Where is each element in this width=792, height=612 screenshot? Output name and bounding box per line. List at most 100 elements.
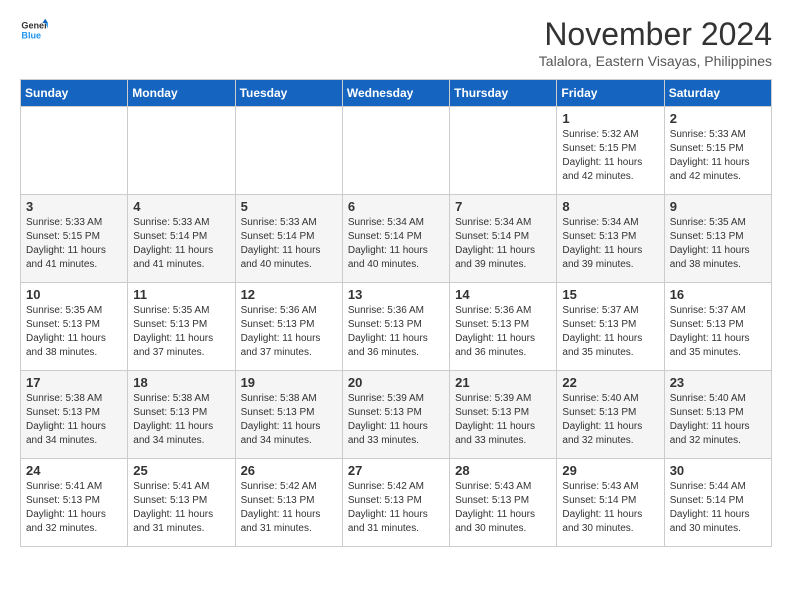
day-info: Sunrise: 5:40 AM Sunset: 5:13 PM Dayligh… <box>562 392 658 448</box>
day-info: Sunrise: 5:33 AM Sunset: 5:14 PM Dayligh… <box>241 216 337 272</box>
day-number: 11 <box>133 287 229 302</box>
calendar-week-row: 1Sunrise: 5:32 AM Sunset: 5:15 PM Daylig… <box>21 107 772 195</box>
weekday-header: Sunday <box>21 80 128 107</box>
day-number: 25 <box>133 463 229 478</box>
day-number: 2 <box>670 111 766 126</box>
day-info: Sunrise: 5:34 AM Sunset: 5:14 PM Dayligh… <box>348 216 444 272</box>
day-info: Sunrise: 5:38 AM Sunset: 5:13 PM Dayligh… <box>133 392 229 448</box>
calendar-cell: 9Sunrise: 5:35 AM Sunset: 5:13 PM Daylig… <box>664 195 771 283</box>
day-info: Sunrise: 5:43 AM Sunset: 5:14 PM Dayligh… <box>562 480 658 536</box>
day-info: Sunrise: 5:34 AM Sunset: 5:13 PM Dayligh… <box>562 216 658 272</box>
title-block: November 2024 Talalora, Eastern Visayas,… <box>539 16 772 69</box>
weekday-header: Wednesday <box>342 80 449 107</box>
calendar-cell: 21 Sunrise: 5:39 AM Sunset: 5:13 PM Dayli… <box>450 371 557 459</box>
svg-text:Blue: Blue <box>21 30 41 40</box>
day-number: 23 <box>670 375 766 390</box>
day-info: Sunrise: 5:38 AM Sunset: 5:13 PM Dayligh… <box>26 392 122 448</box>
day-info: Sunrise: 5:35 AM Sunset: 5:13 PM Dayligh… <box>26 304 122 360</box>
calendar-cell <box>342 107 449 195</box>
calendar-cell: 10 Sunrise: 5:35 AM Sunset: 5:13 PM Dayli… <box>21 283 128 371</box>
day-info: Sunrise: 5:42 AM Sunset: 5:13 PM Dayligh… <box>241 480 337 536</box>
day-info: Sunrise: 5:44 AM Sunset: 5:14 PM Dayligh… <box>670 480 766 536</box>
calendar-week-row: 17Sunrise: 5:38 AM Sunset: 5:13 PM Dayli… <box>21 371 772 459</box>
calendar-cell: 18 Sunrise: 5:38 AM Sunset: 5:13 PM Dayli… <box>128 371 235 459</box>
day-number: 4 <box>133 199 229 214</box>
header-row: SundayMondayTuesdayWednesdayThursdayFrid… <box>21 80 772 107</box>
page-header: General Blue November 2024 Talalora, Eas… <box>20 16 772 69</box>
day-number: 14 <box>455 287 551 302</box>
day-number: 18 <box>133 375 229 390</box>
day-info: Sunrise: 5:36 AM Sunset: 5:13 PM Dayligh… <box>348 304 444 360</box>
calendar-cell: 15Sunrise: 5:37 AM Sunset: 5:13 PM Dayli… <box>557 283 664 371</box>
location: Talalora, Eastern Visayas, Philippines <box>539 53 772 69</box>
calendar-cell <box>21 107 128 195</box>
day-info: Sunrise: 5:33 AM Sunset: 5:15 PM Dayligh… <box>26 216 122 272</box>
calendar-cell: 3 Sunrise: 5:33 AM Sunset: 5:15 PM Daylig… <box>21 195 128 283</box>
day-info: Sunrise: 5:36 AM Sunset: 5:13 PM Dayligh… <box>455 304 551 360</box>
calendar-week-row: 10 Sunrise: 5:35 AM Sunset: 5:13 PM Dayli… <box>21 283 772 371</box>
day-number: 15 <box>562 287 658 302</box>
day-number: 21 <box>455 375 551 390</box>
day-number: 29 <box>562 463 658 478</box>
calendar-table: SundayMondayTuesdayWednesdayThursdayFrid… <box>20 79 772 547</box>
day-number: 3 <box>26 199 122 214</box>
calendar-cell: 26 Sunrise: 5:42 AM Sunset: 5:13 PM Dayli… <box>235 459 342 547</box>
calendar-cell <box>235 107 342 195</box>
day-number: 16 <box>670 287 766 302</box>
day-number: 24 <box>26 463 122 478</box>
day-info: Sunrise: 5:42 AM Sunset: 5:13 PM Dayligh… <box>348 480 444 536</box>
weekday-header: Tuesday <box>235 80 342 107</box>
day-info: Sunrise: 5:33 AM Sunset: 5:14 PM Dayligh… <box>133 216 229 272</box>
calendar-cell: 7Sunrise: 5:34 AM Sunset: 5:14 PM Daylig… <box>450 195 557 283</box>
calendar-cell: 5 Sunrise: 5:33 AM Sunset: 5:14 PM Daylig… <box>235 195 342 283</box>
day-info: Sunrise: 5:38 AM Sunset: 5:13 PM Dayligh… <box>241 392 337 448</box>
month-title: November 2024 <box>539 16 772 53</box>
calendar-cell: 6 Sunrise: 5:34 AM Sunset: 5:14 PM Daylig… <box>342 195 449 283</box>
calendar-cell: 27 Sunrise: 5:42 AM Sunset: 5:13 PM Dayli… <box>342 459 449 547</box>
calendar-cell: 13 Sunrise: 5:36 AM Sunset: 5:13 PM Dayli… <box>342 283 449 371</box>
calendar-cell: 14 Sunrise: 5:36 AM Sunset: 5:13 PM Dayli… <box>450 283 557 371</box>
calendar-cell <box>450 107 557 195</box>
calendar-cell: 11 Sunrise: 5:35 AM Sunset: 5:13 PM Dayli… <box>128 283 235 371</box>
calendar-cell: 29 Sunrise: 5:43 AM Sunset: 5:14 PM Dayli… <box>557 459 664 547</box>
day-number: 22 <box>562 375 658 390</box>
day-number: 26 <box>241 463 337 478</box>
calendar-week-row: 3 Sunrise: 5:33 AM Sunset: 5:15 PM Daylig… <box>21 195 772 283</box>
day-number: 19 <box>241 375 337 390</box>
calendar-cell: 1Sunrise: 5:32 AM Sunset: 5:15 PM Daylig… <box>557 107 664 195</box>
day-info: Sunrise: 5:34 AM Sunset: 5:14 PM Dayligh… <box>455 216 551 272</box>
day-number: 27 <box>348 463 444 478</box>
day-info: Sunrise: 5:41 AM Sunset: 5:13 PM Dayligh… <box>133 480 229 536</box>
day-number: 6 <box>348 199 444 214</box>
day-number: 12 <box>241 287 337 302</box>
day-number: 20 <box>348 375 444 390</box>
day-info: Sunrise: 5:43 AM Sunset: 5:13 PM Dayligh… <box>455 480 551 536</box>
calendar-cell: 8Sunrise: 5:34 AM Sunset: 5:13 PM Daylig… <box>557 195 664 283</box>
day-info: Sunrise: 5:35 AM Sunset: 5:13 PM Dayligh… <box>133 304 229 360</box>
day-info: Sunrise: 5:32 AM Sunset: 5:15 PM Dayligh… <box>562 128 658 184</box>
calendar-cell: 22 Sunrise: 5:40 AM Sunset: 5:13 PM Dayli… <box>557 371 664 459</box>
day-number: 9 <box>670 199 766 214</box>
logo: General Blue <box>20 16 48 44</box>
calendar-cell: 30 Sunrise: 5:44 AM Sunset: 5:14 PM Dayli… <box>664 459 771 547</box>
day-number: 10 <box>26 287 122 302</box>
calendar-cell: 17Sunrise: 5:38 AM Sunset: 5:13 PM Dayli… <box>21 371 128 459</box>
calendar-cell: 16 Sunrise: 5:37 AM Sunset: 5:13 PM Dayli… <box>664 283 771 371</box>
day-info: Sunrise: 5:40 AM Sunset: 5:13 PM Dayligh… <box>670 392 766 448</box>
day-info: Sunrise: 5:36 AM Sunset: 5:13 PM Dayligh… <box>241 304 337 360</box>
calendar-cell: 2Sunrise: 5:33 AM Sunset: 5:15 PM Daylig… <box>664 107 771 195</box>
weekday-header: Monday <box>128 80 235 107</box>
calendar-cell: 24Sunrise: 5:41 AM Sunset: 5:13 PM Dayli… <box>21 459 128 547</box>
weekday-header: Saturday <box>664 80 771 107</box>
calendar-cell: 20 Sunrise: 5:39 AM Sunset: 5:13 PM Dayli… <box>342 371 449 459</box>
day-number: 5 <box>241 199 337 214</box>
day-info: Sunrise: 5:39 AM Sunset: 5:13 PM Dayligh… <box>455 392 551 448</box>
calendar-cell: 28Sunrise: 5:43 AM Sunset: 5:13 PM Dayli… <box>450 459 557 547</box>
day-number: 30 <box>670 463 766 478</box>
calendar-cell: 4 Sunrise: 5:33 AM Sunset: 5:14 PM Daylig… <box>128 195 235 283</box>
day-number: 13 <box>348 287 444 302</box>
calendar-cell: 19 Sunrise: 5:38 AM Sunset: 5:13 PM Dayli… <box>235 371 342 459</box>
calendar-cell: 12 Sunrise: 5:36 AM Sunset: 5:13 PM Dayli… <box>235 283 342 371</box>
day-info: Sunrise: 5:39 AM Sunset: 5:13 PM Dayligh… <box>348 392 444 448</box>
day-info: Sunrise: 5:37 AM Sunset: 5:13 PM Dayligh… <box>670 304 766 360</box>
